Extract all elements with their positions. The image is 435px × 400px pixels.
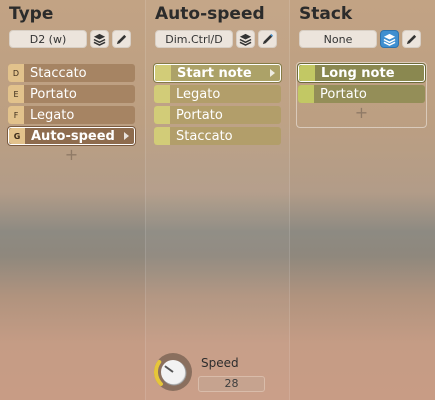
layers-icon bbox=[383, 33, 396, 46]
list-item-label: Staccato bbox=[30, 65, 87, 81]
pencil-icon bbox=[406, 34, 417, 44]
list-item-label: Staccato bbox=[176, 128, 233, 144]
keyswitch-badge: D bbox=[8, 64, 24, 82]
stack-select[interactable]: None bbox=[299, 30, 377, 48]
list-item-label: Start note bbox=[177, 65, 252, 81]
color-swatch bbox=[154, 127, 170, 145]
type-item-legato[interactable]: F Legato bbox=[8, 106, 135, 124]
layers-icon bbox=[239, 33, 252, 46]
stack-header-controls: None bbox=[299, 30, 421, 50]
auto-speed-layers-button[interactable] bbox=[236, 30, 255, 48]
layers-icon bbox=[93, 33, 106, 46]
type-add-button[interactable]: + bbox=[8, 147, 135, 163]
knob-graphic bbox=[154, 353, 192, 391]
color-swatch bbox=[155, 65, 171, 81]
list-item-label: Legato bbox=[30, 107, 75, 123]
stack-add-button[interactable]: + bbox=[298, 105, 425, 121]
keyswitch-badge: E bbox=[8, 85, 24, 103]
color-swatch bbox=[298, 85, 314, 103]
speed-value-field[interactable]: 28 bbox=[198, 376, 265, 392]
stack-layers-button[interactable] bbox=[380, 30, 399, 48]
type-title: Type bbox=[9, 4, 54, 24]
speed-label: Speed bbox=[201, 356, 239, 370]
type-item-portato[interactable]: E Portato bbox=[8, 85, 135, 103]
speed-knob[interactable] bbox=[152, 351, 194, 393]
list-item-label: Legato bbox=[176, 86, 221, 102]
list-item-label: Portato bbox=[176, 107, 223, 123]
list-item-label: Portato bbox=[30, 86, 77, 102]
type-list: D Staccato E Portato F Legato G Auto-spe… bbox=[8, 64, 135, 163]
auto-speed-column: Auto-speed Dim.Ctrl/D Start note Legato bbox=[145, 0, 290, 400]
type-item-staccato[interactable]: D Staccato bbox=[8, 64, 135, 82]
auto-speed-edit-button[interactable] bbox=[258, 30, 277, 48]
type-column: Type D2 (w) D Staccato E Portato F Legat… bbox=[0, 0, 145, 400]
color-swatch bbox=[299, 65, 315, 81]
stack-item-long-note[interactable]: Long note bbox=[298, 64, 425, 82]
type-layers-button[interactable] bbox=[90, 30, 109, 48]
auto-speed-header-controls: Dim.Ctrl/D bbox=[155, 30, 277, 50]
list-item-label: Long note bbox=[321, 65, 395, 81]
auto-item-staccato[interactable]: Staccato bbox=[154, 127, 281, 145]
stack-item-portato[interactable]: Portato bbox=[298, 85, 425, 103]
auto-item-start-note[interactable]: Start note bbox=[154, 64, 281, 82]
stack-title: Stack bbox=[299, 4, 353, 24]
keyswitch-badge: F bbox=[8, 106, 24, 124]
stack-column: Stack None bbox=[290, 0, 435, 400]
type-item-auto-speed[interactable]: G Auto-speed bbox=[8, 127, 135, 145]
type-select[interactable]: D2 (w) bbox=[9, 30, 87, 48]
chevron-right-icon bbox=[124, 132, 129, 140]
list-item-label: Auto-speed bbox=[31, 128, 115, 144]
type-header-controls: D2 (w) bbox=[9, 30, 131, 50]
color-swatch bbox=[154, 85, 170, 103]
auto-speed-title: Auto-speed bbox=[155, 4, 265, 24]
keyswitch-badge: G bbox=[9, 128, 25, 144]
auto-item-portato[interactable]: Portato bbox=[154, 106, 281, 124]
auto-speed-select[interactable]: Dim.Ctrl/D bbox=[155, 30, 233, 48]
stack-edit-button[interactable] bbox=[402, 30, 421, 48]
auto-speed-list: Start note Legato Portato Staccato bbox=[154, 64, 281, 148]
chevron-right-icon bbox=[270, 69, 275, 77]
type-edit-button[interactable] bbox=[112, 30, 131, 48]
pencil-icon bbox=[262, 33, 274, 44]
stack-list: Long note Portato + bbox=[298, 64, 425, 121]
auto-item-legato[interactable]: Legato bbox=[154, 85, 281, 103]
color-swatch bbox=[154, 106, 170, 124]
pencil-icon bbox=[116, 34, 127, 44]
list-item-label: Portato bbox=[320, 86, 367, 102]
